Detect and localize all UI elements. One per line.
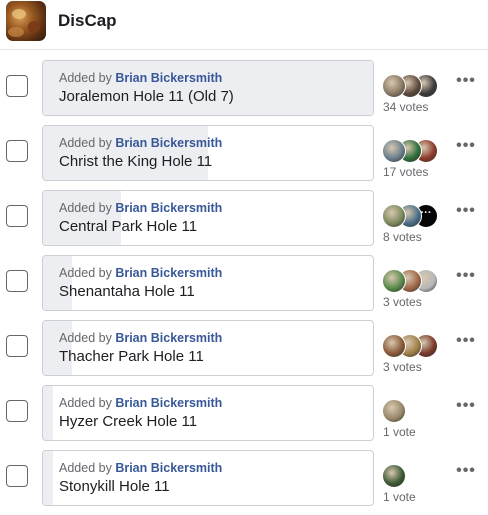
voter-avatar[interactable] [382,74,406,98]
poll-option-row: Added by Brian Bickersmith Shenantaha Ho… [0,255,488,320]
added-by-name-link[interactable]: Brian Bickersmith [115,266,222,280]
added-by-text: Added by Brian Bickersmith [59,71,222,85]
added-by-prefix: Added by [59,396,112,410]
poll-option[interactable]: Added by Brian Bickersmith Christ the Ki… [42,125,374,181]
poll-option-row: Added by Brian Bickersmith Stonykill Hol… [0,450,488,515]
added-by-prefix: Added by [59,461,112,475]
poll-option-row: Added by Brian Bickersmith Hyzer Creek H… [0,385,488,450]
voter-avatars[interactable] [382,399,452,423]
poll-option-label: Stonykill Hole 11 [59,478,170,495]
poll-option-label: Thacher Park Hole 11 [59,348,204,365]
voter-avatars[interactable]: ··· [382,204,452,228]
voter-avatar[interactable] [382,334,406,358]
vote-checkbox[interactable] [6,335,28,357]
poll-option-label: Central Park Hole 11 [59,218,198,235]
voter-avatar[interactable] [382,464,406,488]
more-options-icon[interactable]: ••• [456,73,476,93]
vote-count[interactable]: 1 vote [383,490,416,504]
vote-checkbox[interactable] [6,270,28,292]
vote-checkbox[interactable] [6,465,28,487]
voter-avatar[interactable] [382,399,406,423]
poll-option-label: Christ the King Hole 11 [59,153,213,170]
more-options-icon[interactable]: ••• [456,138,476,158]
more-options-icon[interactable]: ••• [456,268,476,288]
vote-checkbox[interactable] [6,205,28,227]
voter-avatar[interactable] [382,139,406,163]
voter-avatar[interactable] [382,204,406,228]
vote-count[interactable]: 3 votes [383,360,422,374]
more-options-icon[interactable]: ••• [456,203,476,223]
voter-avatars[interactable] [382,139,452,163]
vote-count[interactable]: 3 votes [383,295,422,309]
vote-checkbox[interactable] [6,75,28,97]
added-by-text: Added by Brian Bickersmith [59,331,222,345]
vote-checkbox[interactable] [6,140,28,162]
poll-option-row: Added by Brian Bickersmith Joralemon Hol… [0,60,488,125]
vote-share-bar [43,451,53,505]
vote-count[interactable]: 34 votes [383,100,428,114]
added-by-name-link[interactable]: Brian Bickersmith [115,136,222,150]
poll-option-label: Joralemon Hole 11 (Old 7) [59,88,234,105]
added-by-text: Added by Brian Bickersmith [59,396,222,410]
poll-option-label: Hyzer Creek Hole 11 [59,413,198,430]
added-by-prefix: Added by [59,136,112,150]
voter-avatars[interactable] [382,74,452,98]
poll-option[interactable]: Added by Brian Bickersmith Joralemon Hol… [42,60,374,116]
voter-avatars[interactable] [382,334,452,358]
vote-count[interactable]: 17 votes [383,165,428,179]
added-by-name-link[interactable]: Brian Bickersmith [115,71,222,85]
vote-count[interactable]: 8 votes [383,230,422,244]
added-by-text: Added by Brian Bickersmith [59,136,222,150]
vote-checkbox[interactable] [6,400,28,422]
poll-option[interactable]: Added by Brian Bickersmith Stonykill Hol… [42,450,374,506]
poll-option-row: Added by Brian Bickersmith Christ the Ki… [0,125,488,190]
poll-option-row: Added by Brian Bickersmith Central Park … [0,190,488,255]
added-by-name-link[interactable]: Brian Bickersmith [115,201,222,215]
added-by-name-link[interactable]: Brian Bickersmith [115,461,222,475]
added-by-text: Added by Brian Bickersmith [59,266,222,280]
added-by-name-link[interactable]: Brian Bickersmith [115,331,222,345]
more-options-icon[interactable]: ••• [456,333,476,353]
group-name[interactable]: DisCap [58,11,117,31]
added-by-text: Added by Brian Bickersmith [59,461,222,475]
added-by-name-link[interactable]: Brian Bickersmith [115,396,222,410]
group-avatar[interactable] [6,1,46,41]
poll-option[interactable]: Added by Brian Bickersmith Hyzer Creek H… [42,385,374,441]
added-by-prefix: Added by [59,71,112,85]
poll-option[interactable]: Added by Brian Bickersmith Thacher Park … [42,320,374,376]
poll-option-label: Shenantaha Hole 11 [59,283,195,300]
added-by-prefix: Added by [59,331,112,345]
voter-avatars[interactable] [382,464,452,488]
added-by-text: Added by Brian Bickersmith [59,201,222,215]
more-options-icon[interactable]: ••• [456,398,476,418]
vote-share-bar [43,386,53,440]
added-by-prefix: Added by [59,266,112,280]
voter-avatars[interactable] [382,269,452,293]
added-by-prefix: Added by [59,201,112,215]
voter-avatar[interactable] [382,269,406,293]
poll-option[interactable]: Added by Brian Bickersmith Shenantaha Ho… [42,255,374,311]
poll-option-row: Added by Brian Bickersmith Thacher Park … [0,320,488,385]
more-options-icon[interactable]: ••• [456,463,476,483]
poll-option[interactable]: Added by Brian Bickersmith Central Park … [42,190,374,246]
vote-count[interactable]: 1 vote [383,425,416,439]
group-header: DisCap [0,0,488,50]
